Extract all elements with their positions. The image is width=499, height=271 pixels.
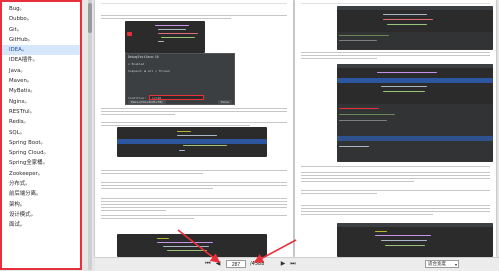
sidebar-item[interactable]: MyBatis。 — [2, 86, 80, 96]
sidebar-item[interactable]: GitHub。 — [2, 35, 80, 45]
code-screenshot — [337, 223, 493, 257]
sidebar-item[interactable]: RESTful。 — [2, 107, 80, 117]
sidebar-item[interactable]: Bug。 — [2, 4, 80, 14]
code-screenshot — [337, 64, 493, 162]
prev-page-icon[interactable]: ◀ — [214, 260, 222, 268]
zoom-select[interactable]: 适合宽度 ▾ — [425, 260, 459, 268]
chevron-down-icon: ▾ — [454, 262, 457, 267]
all-label: All — [147, 69, 154, 73]
paragraph — [301, 190, 490, 196]
page-header-line — [301, 2, 490, 4]
sidebar-item[interactable]: Dubbo。 — [2, 14, 80, 24]
suspend-label: Suspend: — [128, 69, 143, 73]
sidebar-scrollbar[interactable] — [88, 0, 92, 270]
done-button[interactable]: Done — [218, 100, 232, 104]
paragraph — [301, 166, 490, 169]
more-button[interactable]: More (Ctrl+Shift+F8) — [128, 100, 166, 104]
page-navigation-toolbar: ⏮ ◀ 287 /4588 ▶ ⏭ 适合宽度 ▾ — [95, 257, 499, 271]
sidebar-item[interactable]: Git。 — [2, 25, 80, 35]
paragraph — [301, 52, 490, 61]
document-page-right — [295, 0, 496, 257]
page-total: /4588 — [250, 261, 265, 267]
document-page-left: DebugTestJava:16 ☑ Enabled Suspend: ◉ Al… — [95, 0, 293, 257]
last-page-icon[interactable]: ⏭ — [289, 260, 297, 268]
first-page-icon[interactable]: ⏮ — [204, 260, 212, 268]
outline-list: Bug。 Dubbo。 Git。 GitHub。 IDEA。 IDEA插件。 Java。 Ma… — [2, 2, 80, 231]
page-header-line — [101, 2, 287, 4]
sidebar-item[interactable]: 前后端分离。 — [2, 189, 80, 199]
paragraph — [301, 172, 490, 184]
enabled-label: Enabled — [131, 62, 145, 66]
paragraph — [101, 182, 287, 191]
paragraph — [101, 170, 287, 176]
sidebar-item[interactable]: Spring全家桶。 — [2, 158, 80, 168]
sidebar-item[interactable]: Redis。 — [2, 117, 80, 127]
code-screenshot — [117, 234, 267, 257]
breakpoint-dialog: DebugTestJava:16 ☑ Enabled Suspend: ◉ Al… — [125, 53, 235, 105]
sidebar-item[interactable]: 架构。 — [2, 200, 80, 210]
sidebar-item[interactable]: IDEA。 — [2, 45, 80, 56]
sidebar-item[interactable]: 设计模式。 — [2, 210, 80, 220]
code-screenshot — [337, 6, 493, 50]
sidebar-item[interactable]: Nginx。 — [2, 97, 80, 107]
paragraph — [101, 108, 287, 117]
sidebar-item[interactable]: Spring Cloud。 — [2, 148, 80, 158]
code-screenshot — [125, 21, 205, 53]
page-number-input[interactable]: 287 — [226, 260, 246, 268]
sidebar-item[interactable]: Maven。 — [2, 76, 80, 86]
outline-sidebar: Bug。 Dubbo。 Git。 GitHub。 IDEA。 IDEA插件。 Java。 Ma… — [0, 0, 82, 270]
sidebar-item[interactable]: IDEA插件。 — [2, 55, 80, 65]
thread-label: Thread — [158, 69, 170, 73]
sidebar-scroll-thumb[interactable] — [88, 3, 92, 33]
sidebar-item[interactable]: Spring Boot。 — [2, 138, 80, 148]
sidebar-item[interactable]: Java。 — [2, 66, 80, 76]
paragraph — [101, 215, 287, 221]
sidebar-item[interactable]: 分布式。 — [2, 179, 80, 189]
code-screenshot — [117, 127, 267, 157]
sidebar-item[interactable]: 面试。 — [2, 220, 80, 230]
sidebar-item[interactable]: Zookeeper。 — [2, 169, 80, 179]
next-page-icon[interactable]: ▶ — [279, 260, 287, 268]
sidebar-item[interactable]: SQL。 — [2, 128, 80, 138]
paragraph — [301, 205, 490, 217]
dialog-title: DebugTestJava:16 — [128, 55, 159, 59]
zoom-label: 适合宽度 — [428, 262, 446, 267]
paragraph — [101, 198, 287, 213]
